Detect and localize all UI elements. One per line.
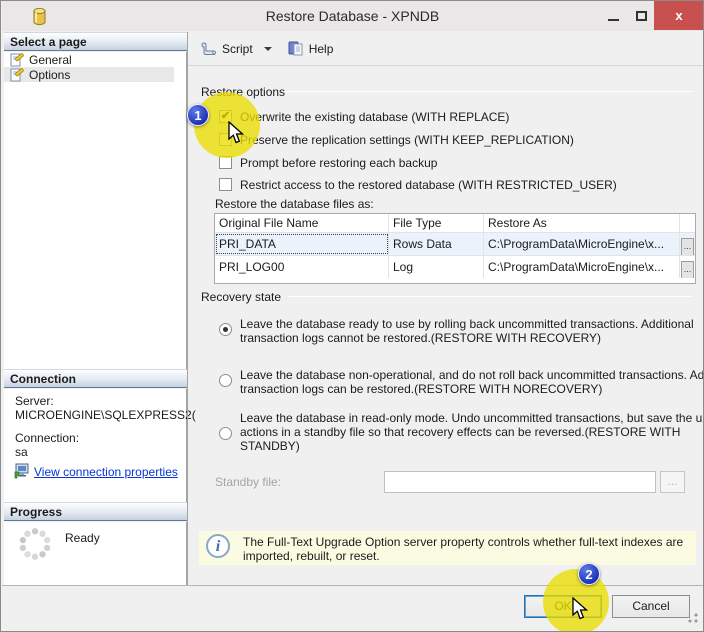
- checkbox-label[interactable]: Prompt before restoring each backup: [240, 156, 437, 170]
- browse-button[interactable]: ...: [681, 238, 694, 255]
- radio-label-line[interactable]: transaction logs can be restored.(RESTOR…: [240, 382, 602, 396]
- server-value: MICROENGINE\SQLEXPRESS2(: [15, 408, 196, 422]
- column-header[interactable]: File Type: [389, 214, 484, 232]
- sidebar-item-label: Options: [29, 68, 70, 82]
- standby-browse-button[interactable]: ...: [660, 471, 685, 493]
- standby-file-input[interactable]: [384, 471, 656, 493]
- spinner-icon: [17, 526, 53, 562]
- progress-header: Progress: [4, 502, 187, 521]
- radio-restore-with-norecovery[interactable]: [219, 374, 232, 387]
- browse-button[interactable]: ...: [681, 261, 694, 278]
- radio-label-line[interactable]: STANDBY): [240, 439, 300, 453]
- group-separator: [285, 91, 693, 92]
- connection-label: Connection:: [15, 431, 79, 445]
- select-a-page-header: Select a page: [4, 32, 187, 51]
- mouse-cursor-icon: [571, 597, 591, 621]
- connection-properties-icon: [14, 463, 31, 479]
- radio-label-line[interactable]: actions in a standby file so that recove…: [240, 425, 680, 439]
- chevron-down-icon: [264, 47, 272, 51]
- title-bar[interactable]: Restore Database - XPNDB x: [2, 1, 703, 31]
- progress-panel: Ready: [4, 522, 187, 585]
- browse-cell: ...: [680, 256, 695, 278]
- page-list: General Options: [4, 52, 187, 369]
- minimize-icon: [608, 19, 619, 21]
- info-text-line: The Full-Text Upgrade Option server prop…: [243, 535, 683, 549]
- column-header[interactable]: Original File Name: [215, 214, 389, 232]
- connection-value: sa: [15, 445, 28, 459]
- column-header[interactable]: Restore As: [484, 214, 680, 232]
- help-label: Help: [309, 42, 334, 56]
- minimize-button[interactable]: [598, 1, 628, 30]
- cancel-button[interactable]: Cancel: [612, 595, 690, 618]
- radio-restore-with-standby[interactable]: [219, 427, 232, 440]
- files-table-label: Restore the database files as:: [215, 197, 374, 211]
- checkbox-label[interactable]: Preserve the replication settings (WITH …: [240, 133, 574, 147]
- column-header: [680, 214, 695, 232]
- close-button[interactable]: x: [654, 1, 704, 30]
- browse-cell: ...: [680, 233, 695, 255]
- info-icon: i: [206, 534, 230, 558]
- standby-file-label: Standby file:: [215, 475, 281, 489]
- checkbox-label[interactable]: Overwrite the existing database (WITH RE…: [240, 110, 509, 124]
- checkbox-restrict-access[interactable]: [219, 178, 232, 191]
- maximize-icon: [636, 11, 647, 21]
- help-button[interactable]: Help: [282, 38, 340, 59]
- file-type-cell[interactable]: Log: [389, 256, 484, 278]
- mouse-cursor-icon: [227, 121, 247, 145]
- files-table: Original File Name File Type Restore As …: [214, 213, 696, 284]
- sidebar-item-label: General: [29, 53, 72, 67]
- original-file-name-cell[interactable]: PRI_LOG00: [215, 256, 389, 278]
- radio-restore-with-recovery[interactable]: [219, 323, 232, 336]
- checkbox-label[interactable]: Restrict access to the restored database…: [240, 178, 617, 192]
- sidebar-item-options[interactable]: Options: [4, 67, 174, 82]
- radio-label-line[interactable]: Leave the database non-operational, and …: [240, 368, 704, 382]
- restore-as-cell[interactable]: C:\ProgramData\MicroEngine\x...: [484, 233, 680, 255]
- original-file-name-cell[interactable]: PRI_DATA: [215, 233, 389, 255]
- radio-label-line[interactable]: Leave the database ready to use by rolli…: [240, 317, 694, 331]
- script-icon: [200, 41, 217, 56]
- view-connection-properties-link[interactable]: View connection properties: [34, 465, 178, 479]
- progress-status: Ready: [65, 531, 100, 545]
- table-header-row: Original File Name File Type Restore As: [215, 214, 695, 232]
- page-icon: [10, 68, 24, 82]
- help-icon: [288, 41, 304, 56]
- table-row[interactable]: PRI_DATA Rows Data C:\ProgramData\MicroE…: [215, 232, 695, 255]
- restore-database-dialog: Restore Database - XPNDB x Select a page…: [0, 0, 704, 632]
- page-icon: [10, 53, 24, 67]
- resize-grip[interactable]: [688, 613, 698, 623]
- group-separator: [288, 296, 693, 297]
- radio-dot: [223, 327, 228, 332]
- connection-panel: Server: MICROENGINE\SQLEXPRESS2( Connect…: [4, 389, 187, 502]
- step-badge-2: 2: [578, 563, 600, 585]
- connection-header: Connection: [4, 369, 187, 388]
- radio-label-line[interactable]: Leave the database in read-only mode. Un…: [240, 411, 704, 425]
- file-type-cell[interactable]: Rows Data: [389, 233, 484, 255]
- maximize-button[interactable]: [628, 1, 654, 30]
- radio-label-line[interactable]: transaction logs cannot be restored.(RES…: [240, 331, 601, 345]
- step-badge-1: 1: [187, 104, 209, 126]
- script-button[interactable]: Script: [194, 38, 278, 59]
- script-label: Script: [222, 42, 253, 56]
- server-label: Server:: [15, 394, 54, 408]
- table-row[interactable]: PRI_LOG00 Log C:\ProgramData\MicroEngine…: [215, 255, 695, 278]
- info-text-line: imported, rebuilt, or reset.: [243, 549, 380, 563]
- toolbar: Script Help: [188, 32, 703, 66]
- recovery-state-title: Recovery state: [201, 290, 281, 304]
- sidebar-item-general[interactable]: General: [4, 52, 174, 67]
- restore-as-cell[interactable]: C:\ProgramData\MicroEngine\x...: [484, 256, 680, 278]
